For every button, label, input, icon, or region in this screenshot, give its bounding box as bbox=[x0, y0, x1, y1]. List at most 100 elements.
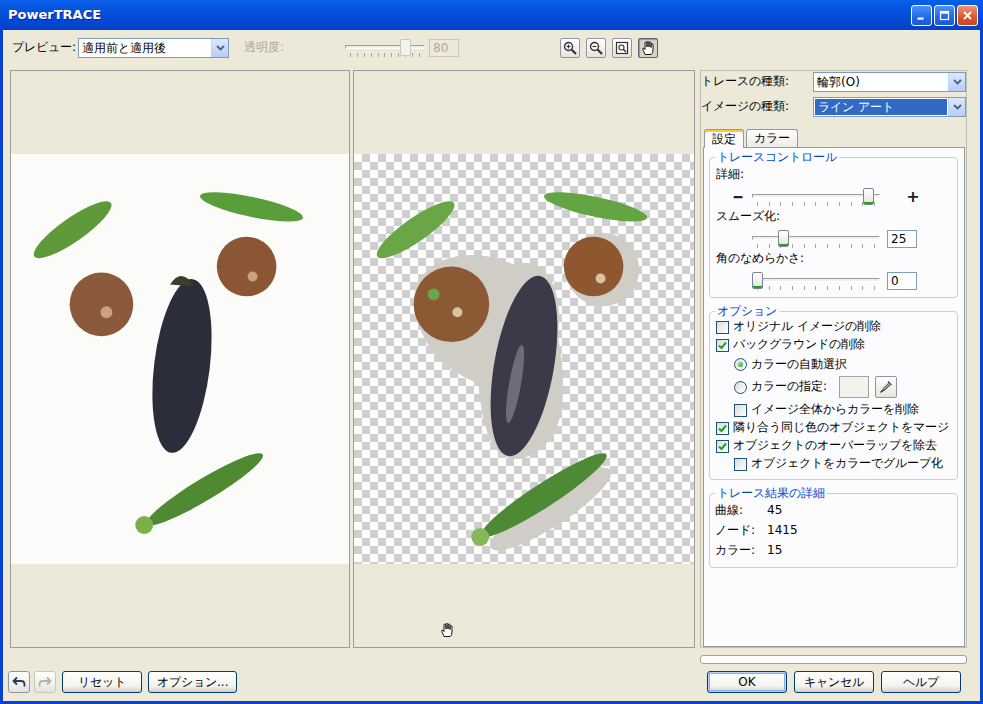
preview-mode-dropdown-value: 適用前と適用後 bbox=[79, 39, 211, 57]
checkbox[interactable] bbox=[716, 321, 729, 334]
option-label[interactable]: イメージ全体からカラーを削除 bbox=[751, 402, 919, 418]
original-photo bbox=[11, 154, 349, 564]
footer: リセットオプション... OK キャンセルヘルプ bbox=[3, 648, 980, 701]
zoom-fit-icon bbox=[615, 41, 629, 55]
slider-value[interactable]: 0 bbox=[887, 272, 917, 290]
option-label[interactable]: 隣り合う同じ色のオブジェクトをマージ bbox=[733, 420, 949, 436]
slider-tick bbox=[851, 244, 852, 248]
dropdown-button[interactable] bbox=[211, 39, 228, 57]
plus-icon: + bbox=[902, 188, 924, 206]
traced-image bbox=[354, 154, 694, 564]
option-label[interactable]: オブジェクトをカラーでグループ化 bbox=[751, 456, 943, 472]
checkbox[interactable] bbox=[716, 440, 729, 453]
slider-tick bbox=[874, 286, 875, 290]
preview-area: トレースの種類:輪郭(O)イメージの種類:ライン アート設定カラートレースコント… bbox=[3, 70, 980, 648]
slider-tick bbox=[412, 53, 413, 57]
results-group: トレース結果の詳細曲線:45ノード:1415カラー:15 bbox=[709, 486, 958, 568]
slider-value[interactable]: 25 bbox=[887, 230, 917, 248]
slider-tick bbox=[839, 202, 840, 206]
opacity-label: 透明度: bbox=[244, 40, 345, 56]
options-group: オプションオリジナル イメージの削除バックグラウンドの削除カラーの自動選択カラー… bbox=[709, 304, 958, 480]
chevron-down-icon bbox=[953, 104, 962, 110]
option-row: イメージ全体からカラーを削除 bbox=[710, 401, 953, 419]
redo-icon bbox=[37, 674, 53, 690]
checkbox[interactable] bbox=[716, 422, 729, 435]
slider-tick bbox=[827, 244, 828, 248]
options-button[interactable]: オプション... bbox=[148, 671, 237, 693]
slider-thumb[interactable] bbox=[778, 230, 789, 247]
traced-canvas bbox=[354, 154, 694, 564]
slider-tick bbox=[862, 286, 863, 290]
minimize-button[interactable] bbox=[911, 5, 932, 26]
progress-bar bbox=[700, 655, 967, 664]
dropdown-button[interactable] bbox=[948, 98, 965, 116]
footer-right: OK キャンセルヘルプ bbox=[700, 648, 967, 701]
option-label[interactable]: バックグラウンドの削除 bbox=[733, 337, 865, 353]
help-button[interactable]: ヘルプ bbox=[881, 671, 961, 693]
radio-button[interactable] bbox=[734, 358, 747, 371]
zoom-out-button[interactable] bbox=[586, 38, 606, 58]
slider-label: スムーズ化: bbox=[710, 209, 953, 225]
slider-tick bbox=[862, 244, 863, 248]
dropdown-button[interactable] bbox=[948, 73, 965, 91]
trace-type-dropdown[interactable]: 輪郭(O) bbox=[813, 72, 966, 92]
option-row: オリジナル イメージの削除 bbox=[710, 318, 953, 336]
slider-tick bbox=[384, 53, 385, 57]
slider-tick bbox=[815, 286, 816, 290]
slider-tick bbox=[769, 286, 770, 290]
slider-tick bbox=[769, 202, 770, 206]
checkbox[interactable] bbox=[716, 339, 729, 352]
slider-tick bbox=[792, 244, 793, 248]
group-title: オプション bbox=[715, 304, 779, 318]
reset-button[interactable]: リセット bbox=[62, 671, 142, 693]
close-button[interactable] bbox=[957, 5, 978, 26]
slider-tick bbox=[419, 53, 420, 57]
undo-button[interactable] bbox=[8, 671, 30, 693]
result-label: カラー: bbox=[715, 543, 767, 559]
option-label[interactable]: オブジェクトのオーバーラップを除去 bbox=[733, 438, 937, 454]
option-label[interactable]: カラーの指定: bbox=[751, 379, 827, 395]
trace-type-label: トレースの種類: bbox=[701, 74, 813, 90]
dialog-buttons: OK キャンセルヘルプ bbox=[700, 671, 967, 693]
hand-button[interactable] bbox=[638, 38, 658, 58]
before-preview bbox=[10, 70, 350, 648]
eyedropper-button[interactable] bbox=[875, 376, 897, 398]
slider-tick bbox=[792, 202, 793, 206]
ok-button[interactable]: OK bbox=[707, 671, 787, 693]
close-icon bbox=[962, 10, 973, 21]
zoom-in-button[interactable] bbox=[560, 38, 580, 58]
tab[interactable]: 設定 bbox=[704, 129, 744, 148]
maximize-button[interactable] bbox=[934, 5, 955, 26]
slider-track[interactable] bbox=[752, 229, 880, 249]
radio-button[interactable] bbox=[734, 381, 747, 394]
chevron-down-icon bbox=[216, 45, 225, 51]
tab[interactable]: カラー bbox=[746, 129, 798, 147]
slider-ticks bbox=[757, 202, 875, 206]
option-row: オブジェクトのオーバーラップを除去 bbox=[710, 437, 953, 455]
slider-thumb bbox=[400, 39, 411, 56]
slider-groove bbox=[752, 278, 880, 282]
result-label: 曲線: bbox=[715, 503, 767, 519]
slider-tick bbox=[757, 244, 758, 248]
slider-label: 詳細: bbox=[710, 167, 953, 183]
zoom-fit-button[interactable] bbox=[612, 38, 632, 58]
color-swatch[interactable] bbox=[839, 376, 869, 398]
slider-thumb[interactable] bbox=[752, 272, 763, 289]
dialog-body: プレビュー:適用前と適用後透明度:80トレースの種類:輪郭(O)イメージの種類:… bbox=[0, 30, 983, 704]
image-type-dropdown[interactable]: ライン アート bbox=[813, 97, 966, 117]
slider-track[interactable] bbox=[752, 187, 880, 207]
redo-button bbox=[34, 671, 56, 693]
cancel-button[interactable]: キャンセル bbox=[794, 671, 874, 693]
slider-track[interactable] bbox=[752, 271, 880, 291]
view-tools bbox=[560, 38, 658, 58]
slider-groove bbox=[345, 45, 425, 49]
slider-tick bbox=[804, 286, 805, 290]
trace-control-group: トレースコントロール詳細:━+スムーズ化:25角のなめらかさ:0 bbox=[709, 150, 958, 298]
option-label[interactable]: カラーの自動選択 bbox=[751, 357, 847, 373]
preview-mode-dropdown[interactable]: 適用前と適用後 bbox=[78, 38, 229, 58]
option-label[interactable]: オリジナル イメージの削除 bbox=[733, 319, 881, 335]
checkbox[interactable] bbox=[734, 404, 747, 417]
minimize-icon bbox=[916, 10, 927, 21]
slider-thumb[interactable] bbox=[863, 188, 874, 205]
checkbox[interactable] bbox=[734, 458, 747, 471]
